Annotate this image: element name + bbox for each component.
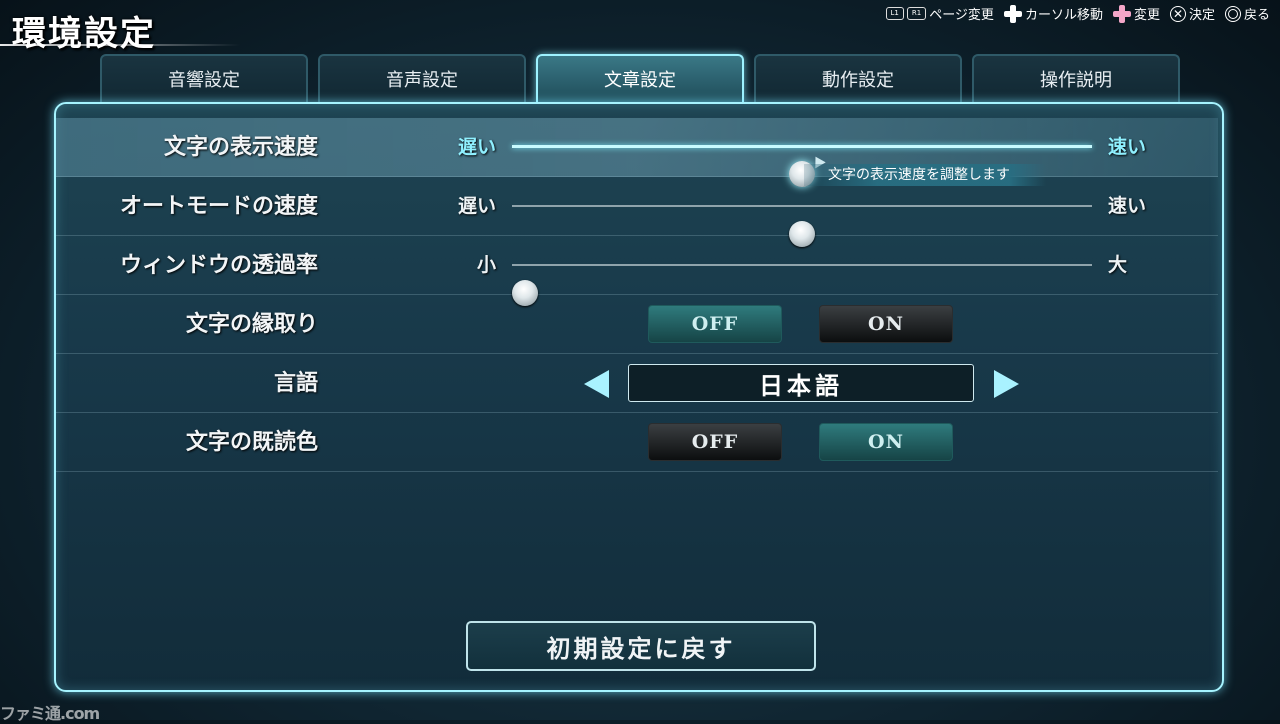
hint-label: 戻る	[1243, 8, 1270, 23]
r1-button-icon: R1	[906, 7, 927, 20]
l1-button-icon: L1	[885, 7, 904, 20]
title-underline	[0, 44, 240, 46]
setting-label: オートモードの速度	[119, 193, 318, 219]
watermark-logo: ファミ通.com	[0, 704, 100, 723]
setting-label: ウィンドウの透過率	[119, 252, 318, 278]
hint-label: 変更	[1133, 8, 1160, 23]
hint-change: 変更	[1112, 4, 1160, 23]
setting-label: 文字の縁取り	[185, 311, 318, 337]
off-button[interactable]: OFF	[648, 423, 782, 461]
on-button[interactable]: ON	[819, 423, 953, 461]
tooltip: 文字の表示速度を調整します	[804, 164, 1046, 186]
page-title: 環境設定	[12, 14, 156, 54]
slider-track[interactable]	[512, 205, 1092, 247]
hint-page-change: L1 R1 ページ変更	[885, 4, 994, 23]
setting-label: 言語	[273, 370, 318, 396]
on-button[interactable]: ON	[819, 305, 953, 343]
slider-min-label: 遅い	[457, 136, 496, 158]
slider-track[interactable]	[512, 264, 1092, 306]
settings-panel: 文字の表示速度 遅い 速い 文字の表示速度を調整します オートモードの速度 遅い…	[54, 102, 1224, 692]
language-value[interactable]: 日本語	[628, 364, 974, 402]
slider-max-label: 速い	[1108, 195, 1147, 217]
circle-button-icon	[1224, 5, 1241, 22]
dpad-pink-icon	[1112, 4, 1131, 23]
hint-confirm: ✕ 決定	[1169, 4, 1215, 23]
setting-row-text-speed[interactable]: 文字の表示速度 遅い 速い 文字の表示速度を調整します	[56, 118, 1218, 187]
dpad-icon	[1003, 4, 1022, 23]
hint-label: ページ変更	[929, 8, 994, 23]
hint-cursor-move: カーソル移動	[1003, 4, 1103, 23]
button-hints: L1 R1 ページ変更 カーソル移動 変更 ✕ 決定 戻る	[880, 4, 1270, 23]
tab-sound[interactable]: 音響設定	[100, 54, 308, 102]
setting-row-window-opacity[interactable]: ウィンドウの透過率 小 大	[56, 236, 1218, 306]
reset-defaults-button[interactable]: 初期設定に戻す	[466, 621, 816, 671]
hint-label: 決定	[1188, 8, 1215, 23]
tab-bar: 音響設定 音声設定 文章設定 動作設定 操作説明	[100, 54, 1180, 102]
tab-voice[interactable]: 音声設定	[318, 54, 526, 102]
slider-min-label: 遅い	[457, 195, 496, 217]
arrow-left-icon[interactable]	[584, 370, 609, 398]
off-button[interactable]: OFF	[648, 305, 782, 343]
tab-controls[interactable]: 操作説明	[972, 54, 1180, 102]
setting-label: 文字の表示速度	[163, 134, 318, 160]
tab-text[interactable]: 文章設定	[536, 54, 744, 102]
setting-row-text-outline[interactable]: 文字の縁取り OFF ON	[56, 295, 1218, 354]
slider-track[interactable]	[512, 145, 1092, 187]
slider-min-label: 小	[476, 254, 496, 276]
arrow-right-icon[interactable]	[994, 370, 1019, 398]
hint-label: カーソル移動	[1024, 8, 1103, 23]
setting-row-language[interactable]: 言語 日本語	[56, 354, 1218, 413]
slider-max-label: 大	[1108, 254, 1128, 276]
hint-back: 戻る	[1224, 4, 1270, 23]
tab-behavior[interactable]: 動作設定	[754, 54, 962, 102]
setting-row-read-color[interactable]: 文字の既読色 OFF ON	[56, 413, 1218, 472]
slider-max-label: 速い	[1108, 136, 1147, 158]
cross-button-icon: ✕	[1169, 5, 1186, 22]
setting-label: 文字の既読色	[185, 429, 318, 455]
